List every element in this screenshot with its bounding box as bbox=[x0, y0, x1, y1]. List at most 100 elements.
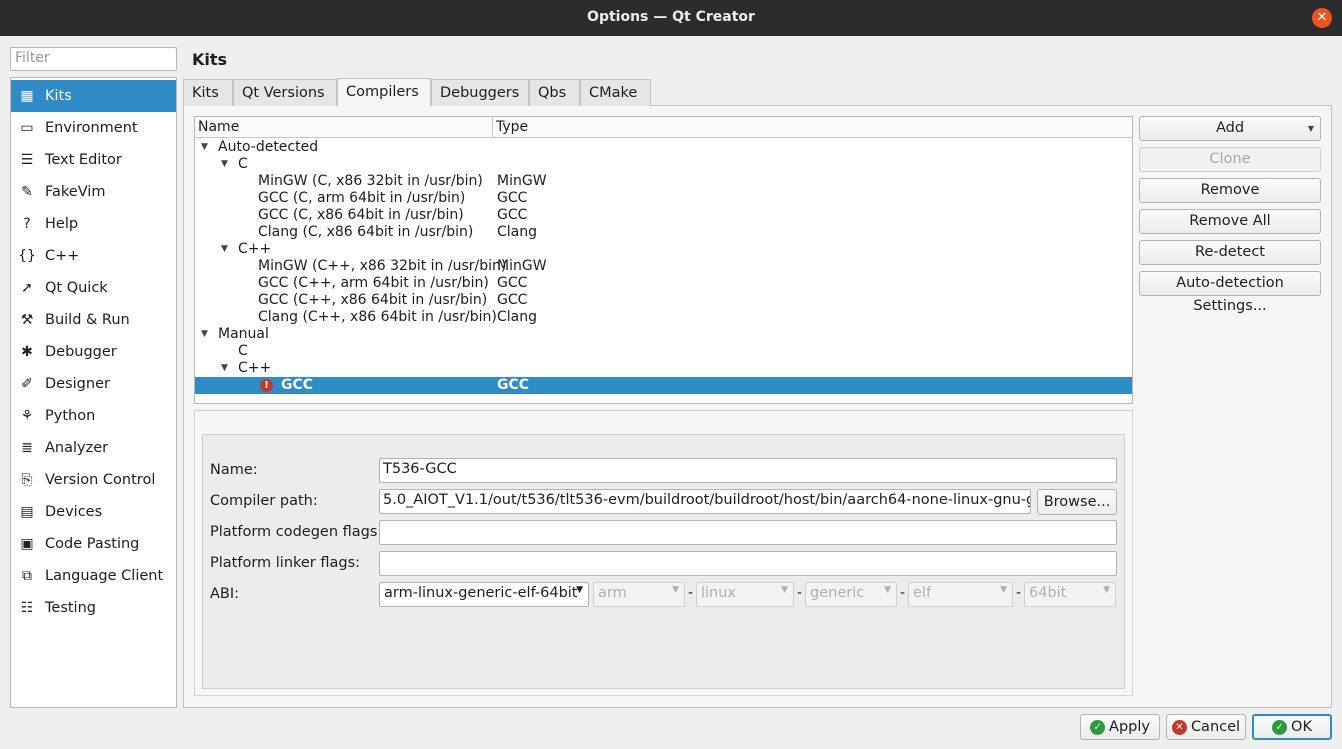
bug-icon: ✱ bbox=[21, 344, 33, 360]
linker-flags-field[interactable] bbox=[379, 551, 1117, 576]
python-icon: ⚘ bbox=[20, 408, 34, 424]
filter-input[interactable]: Filter bbox=[10, 47, 177, 71]
linker-flags-label: Platform linker flags: bbox=[210, 555, 361, 571]
tree-header: Name Type bbox=[195, 117, 1132, 138]
sidebar-item-label: Environment bbox=[45, 120, 138, 136]
chevron-down-icon: ▼ bbox=[1103, 585, 1110, 595]
sidebar-item-version-control[interactable]: ⎘ Version Control bbox=[11, 464, 176, 496]
tree-row[interactable]: MinGW (C, x86 32bit in /usr/bin) MinGW bbox=[195, 173, 1132, 190]
tab-qt-versions[interactable]: Qt Versions bbox=[233, 79, 337, 106]
tree-row[interactable]: ▼ C++ bbox=[195, 241, 1132, 258]
pencil-icon: ✐ bbox=[21, 376, 33, 392]
cancel-button[interactable]: ✕ Cancel bbox=[1166, 714, 1246, 740]
sidebar-item-environment[interactable]: ▭ Environment bbox=[11, 112, 176, 144]
column-header-name[interactable]: Name bbox=[198, 119, 239, 135]
sidebar-item-label: Debugger bbox=[45, 344, 117, 360]
sidebar-item-testing[interactable]: ☷ Testing bbox=[11, 592, 176, 624]
sidebar-item-debugger[interactable]: ✱ Debugger bbox=[11, 336, 176, 368]
sidebar-item-label: Language Client bbox=[45, 568, 164, 584]
sidebar-item-code-pasting[interactable]: ▣ Code Pasting bbox=[11, 528, 176, 560]
sidebar-item-build-run[interactable]: ⚒ Build & Run bbox=[11, 304, 176, 336]
chevron-down-icon[interactable]: ▼ bbox=[221, 360, 228, 377]
sidebar-item-cpp[interactable]: {} C++ bbox=[11, 240, 176, 272]
tree-row[interactable]: GCC (C++, arm 64bit in /usr/bin) GCC bbox=[195, 275, 1132, 292]
abi-separator: - bbox=[900, 585, 906, 601]
abi-separator: - bbox=[797, 585, 803, 601]
chevron-down-icon: ▼ bbox=[1307, 124, 1314, 133]
clipboard-icon: ▣ bbox=[20, 536, 34, 552]
chevron-down-icon[interactable]: ▼ bbox=[221, 241, 228, 258]
sidebar-item-label: Kits bbox=[45, 88, 72, 104]
clone-button[interactable]: Clone bbox=[1139, 147, 1321, 172]
name-field[interactable]: T536-GCC bbox=[379, 458, 1117, 483]
chevron-down-icon: ▼ bbox=[884, 585, 891, 595]
tree-row[interactable]: GCC (C++, x86 64bit in /usr/bin) GCC bbox=[195, 292, 1132, 309]
fakevim-icon: ✎ bbox=[21, 184, 33, 200]
close-icon[interactable]: ✕ bbox=[1312, 8, 1332, 28]
tree-row[interactable]: Clang (C, x86 64bit in /usr/bin) Clang bbox=[195, 224, 1132, 241]
abi-label: ABI: bbox=[210, 586, 240, 602]
sidebar-item-language-client[interactable]: ⧉ Language Client bbox=[11, 560, 176, 592]
browse-button[interactable]: Browse... bbox=[1037, 489, 1117, 515]
sidebar-item-designer[interactable]: ✐ Designer bbox=[11, 368, 176, 400]
abi-os-select[interactable]: linux ▼ bbox=[696, 582, 794, 607]
ok-button[interactable]: ✓ OK bbox=[1252, 714, 1332, 740]
tree-row[interactable]: ▼ C bbox=[195, 156, 1132, 173]
apply-button[interactable]: ✓ Apply bbox=[1080, 714, 1160, 740]
sidebar-item-label: FakeVim bbox=[45, 184, 106, 200]
chevron-down-icon[interactable]: ▼ bbox=[221, 156, 228, 173]
title-bar: Options — Qt Creator ✕ bbox=[0, 0, 1342, 36]
remove-button[interactable]: Remove bbox=[1139, 178, 1321, 203]
sidebar-item-analyzer[interactable]: ≣ Analyzer bbox=[11, 432, 176, 464]
braces-icon: {} bbox=[18, 248, 36, 264]
tab-debuggers[interactable]: Debuggers bbox=[431, 79, 529, 106]
tree-row[interactable]: Clang (C++, x86 64bit in /usr/bin) Clang bbox=[195, 309, 1132, 326]
chevron-down-icon[interactable]: ▼ bbox=[201, 139, 208, 156]
tab-cmake[interactable]: CMake bbox=[580, 79, 651, 106]
sidebar-item-devices[interactable]: ▤ Devices bbox=[11, 496, 176, 528]
redetect-button[interactable]: Re-detect bbox=[1139, 240, 1321, 265]
sidebar-item-fakevim[interactable]: ✎ FakeVim bbox=[11, 176, 176, 208]
abi-separator: - bbox=[688, 585, 694, 601]
text-editor-icon: ☰ bbox=[20, 152, 34, 168]
compiler-tree[interactable]: Name Type ▼ Auto-detected ▼ C MinGW (C, x8… bbox=[194, 116, 1133, 404]
chevron-down-icon: ▼ bbox=[1000, 585, 1007, 595]
tab-kits[interactable]: Kits bbox=[183, 79, 233, 106]
auto-detection-settings-button[interactable]: Auto-detection Settings... bbox=[1139, 271, 1321, 314]
column-header-type[interactable]: Type bbox=[496, 119, 528, 135]
cancel-icon: ✕ bbox=[1171, 719, 1187, 735]
sidebar-item-python[interactable]: ⚘ Python bbox=[11, 400, 176, 432]
tree-row[interactable]: ▼ Auto-detected bbox=[195, 139, 1132, 156]
sidebar-item-label: Devices bbox=[45, 504, 103, 520]
sidebar-item-text-editor[interactable]: ☰ Text Editor bbox=[11, 144, 176, 176]
version-control-icon: ⎘ bbox=[21, 472, 33, 488]
sidebar-item-label: Python bbox=[45, 408, 96, 424]
abi-format-select[interactable]: elf ▼ bbox=[908, 582, 1013, 607]
tree-row[interactable]: MinGW (C++, x86 32bit in /usr/bin) MinGW bbox=[195, 258, 1132, 275]
analyzer-icon: ≣ bbox=[21, 440, 33, 456]
tree-row[interactable]: ▼ Manual bbox=[195, 326, 1132, 343]
codegen-flags-field[interactable] bbox=[379, 520, 1117, 545]
compiler-path-field[interactable]: 5.0_AIOT_V1.1/out/t536/tlt536-evm/buildr… bbox=[379, 489, 1031, 514]
remove-all-button[interactable]: Remove All bbox=[1139, 209, 1321, 234]
tree-row-selected[interactable]: ! GCC GCC bbox=[195, 377, 1132, 394]
tree-row[interactable]: GCC (C, x86 64bit in /usr/bin) GCC bbox=[195, 207, 1132, 224]
chevron-down-icon[interactable]: ▼ bbox=[201, 326, 208, 343]
add-button[interactable]: Add ▼ bbox=[1139, 116, 1321, 141]
tab-qbs[interactable]: Qbs bbox=[529, 79, 580, 106]
abi-architecture-select[interactable]: arm ▼ bbox=[593, 582, 685, 607]
sidebar-item-label: Designer bbox=[45, 376, 110, 392]
tab-compilers[interactable]: Compilers bbox=[337, 78, 431, 106]
tree-row[interactable]: ▼ C++ bbox=[195, 360, 1132, 377]
sidebar-item-qt-quick[interactable]: ➚ Qt Quick bbox=[11, 272, 176, 304]
abi-flavor-select[interactable]: generic ▼ bbox=[805, 582, 897, 607]
abi-wordwidth-select[interactable]: 64bit ▼ bbox=[1024, 582, 1116, 607]
devices-icon: ▤ bbox=[20, 504, 34, 520]
abi-select[interactable]: arm-linux-generic-elf-64bit ▼ bbox=[379, 582, 589, 607]
sidebar-item-kits[interactable]: ▦ Kits bbox=[11, 80, 176, 112]
hammer-icon: ⚒ bbox=[20, 312, 34, 328]
tree-row[interactable]: GCC (C, arm 64bit in /usr/bin) GCC bbox=[195, 190, 1132, 207]
sidebar-item-label: C++ bbox=[45, 248, 80, 264]
sidebar-item-help[interactable]: ? Help bbox=[11, 208, 176, 240]
tree-row[interactable]: C bbox=[195, 343, 1132, 360]
